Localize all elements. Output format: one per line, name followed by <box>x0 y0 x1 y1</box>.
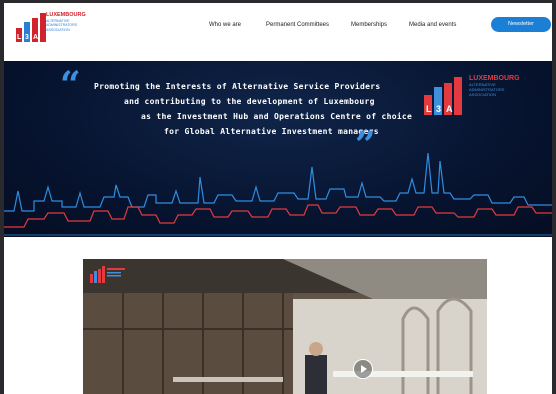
logo-title: LUXEMBOURG <box>46 12 86 18</box>
video-l3a-logo <box>90 266 125 283</box>
page: L 3 A LUXEMBOURG ALTERNATIVE ADMINISTRAT… <box>4 3 552 394</box>
nav-who-we-are[interactable]: Who we are <box>209 22 241 28</box>
nav-media-events[interactable]: Media and events <box>409 22 456 28</box>
hero-banner: “ Promoting the Interests of Alternative… <box>4 61 552 237</box>
svg-text:3: 3 <box>436 104 441 114</box>
nav-memberships[interactable]: Memberships <box>351 22 387 28</box>
banner-line-2: and contributing to the development of L… <box>124 97 375 106</box>
site-header: L 3 A LUXEMBOURG ALTERNATIVE ADMINISTRAT… <box>4 3 552 57</box>
video-player[interactable] <box>83 259 487 394</box>
banner-line-1: Promoting the Interests of Alternative S… <box>94 82 381 91</box>
open-quote-icon: “ <box>60 64 81 106</box>
svg-text:L: L <box>426 104 432 114</box>
office-scene-image <box>83 259 487 394</box>
banner-line-4: for Global Alternative Investment manage… <box>164 127 379 136</box>
banner-line-3: as the Investment Hub and Operations Cen… <box>141 112 413 121</box>
play-icon[interactable] <box>353 359 373 379</box>
banner-logo-sub3: ASSOCIATION <box>469 92 497 97</box>
banner-logo-text: LUXEMBOURG ALTERNATIVE ADMINISTRATORS AS… <box>469 75 520 97</box>
svg-text:A: A <box>446 104 453 114</box>
newsletter-button[interactable]: Newsletter <box>491 17 551 32</box>
banner-logo-title: LUXEMBOURG <box>469 75 520 82</box>
main-nav: Who we are Permanent Committees Membersh… <box>4 22 552 36</box>
city-skyline-illustration <box>4 152 552 236</box>
nav-permanent-committees[interactable]: Permanent Committees <box>266 22 329 28</box>
